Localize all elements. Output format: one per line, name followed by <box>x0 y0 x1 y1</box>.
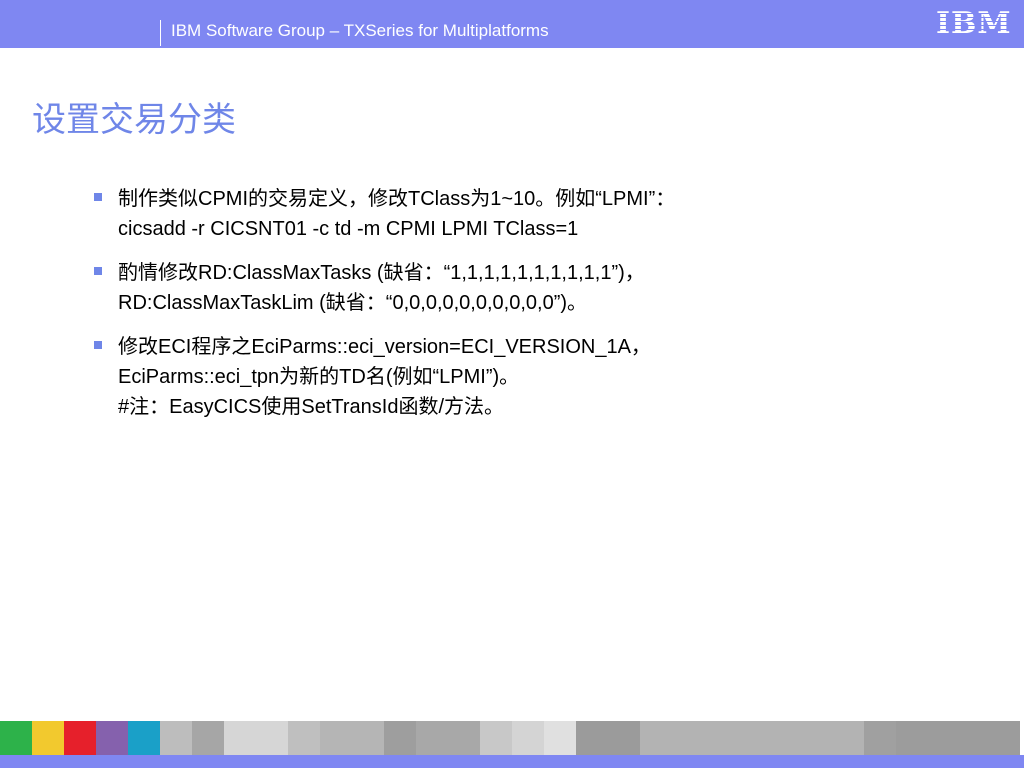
ibm-logo: IBM <box>936 6 1012 41</box>
footer-tile <box>640 721 864 755</box>
footer-tile <box>384 721 416 755</box>
bullet-line: 修改ECI程序之EciParms::eci_version=ECI_VERSIO… <box>118 336 651 358</box>
footer-decorative-strip <box>0 721 1024 755</box>
footer-tile <box>864 721 896 755</box>
bullet-item: 酌情修改RD:ClassMaxTasks (缺省：“1,1,1,1,1,1,1,… <box>94 258 974 318</box>
bullet-line: cicsadd -r CICSNT01 -c td -m CPMI LPMI T… <box>118 218 579 240</box>
footer-tile <box>416 721 480 755</box>
slide-title: 设置交易分类 <box>32 100 236 140</box>
bullet-line: EciParms::eci_tpn为新的TD名(例如“LPMI”)。 <box>118 366 520 388</box>
bullet-square-icon <box>94 267 102 275</box>
footer-bottom-bar <box>0 755 1024 768</box>
footer-tile <box>288 721 320 755</box>
footer-tile <box>32 721 64 755</box>
bullet-square-icon <box>94 341 102 349</box>
footer-tile <box>320 721 384 755</box>
footer-tile <box>160 721 192 755</box>
bullet-item: 修改ECI程序之EciParms::eci_version=ECI_VERSIO… <box>94 332 974 422</box>
header-title: IBM Software Group – TXSeries for Multip… <box>171 21 549 40</box>
footer-tile <box>128 721 160 755</box>
footer-tile <box>64 721 96 755</box>
footer-tile <box>224 721 288 755</box>
bullet-line: 制作类似CPMI的交易定义，修改TClass为1~10。例如“LPMI”： <box>118 188 676 210</box>
footer-tile <box>192 721 224 755</box>
footer-tile <box>896 721 1020 755</box>
bullet-list: 制作类似CPMI的交易定义，修改TClass为1~10。例如“LPMI”： ci… <box>94 184 974 436</box>
bullet-item: 制作类似CPMI的交易定义，修改TClass为1~10。例如“LPMI”： ci… <box>94 184 974 244</box>
footer-tile <box>96 721 128 755</box>
footer-tile <box>544 721 576 755</box>
header-divider <box>160 20 161 46</box>
footer-tile <box>480 721 512 755</box>
footer-tile <box>512 721 544 755</box>
bullet-square-icon <box>94 193 102 201</box>
bullet-line: 酌情修改RD:ClassMaxTasks (缺省：“1,1,1,1,1,1,1,… <box>118 262 645 284</box>
bullet-line: RD:ClassMaxTaskLim (缺省：“0,0,0,0,0,0,0,0,… <box>118 292 588 314</box>
footer-tile <box>576 721 640 755</box>
bullet-line: #注：EasyCICS使用SetTransId函数/方法。 <box>118 396 505 418</box>
footer-tile <box>0 721 32 755</box>
